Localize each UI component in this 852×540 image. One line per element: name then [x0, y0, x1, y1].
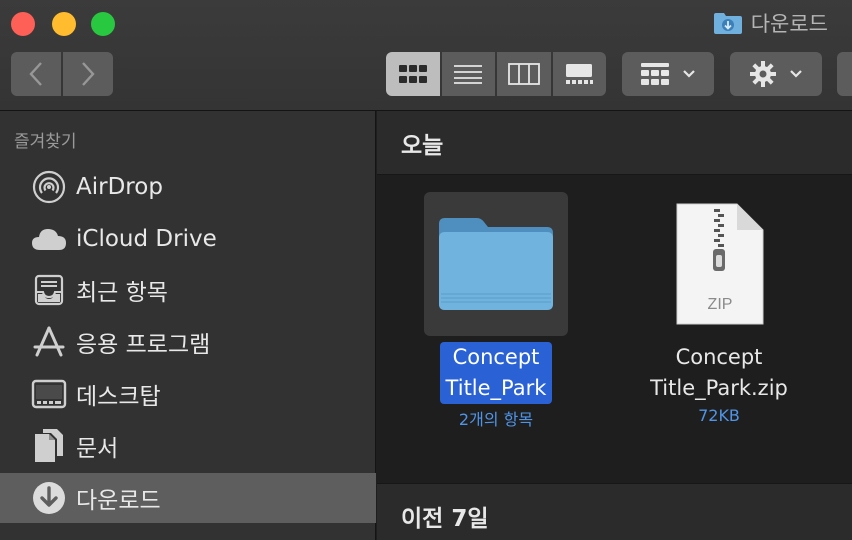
sidebar-item-downloads[interactable]: 다운로드 — [0, 473, 376, 523]
file-name-line: Title_Park — [445, 376, 547, 400]
folder-icon — [439, 218, 553, 310]
file-name-line: Concept — [675, 345, 763, 369]
file-name[interactable]: Concept Title_Park.zip — [644, 342, 794, 404]
gallery-view-button[interactable] — [552, 52, 606, 96]
action-menu-button[interactable] — [730, 52, 822, 96]
file-meta: 72KB — [698, 406, 740, 425]
desktop-icon — [30, 375, 68, 413]
chevron-right-icon — [82, 62, 95, 86]
zoom-window-button[interactable] — [91, 12, 115, 36]
recents-icon — [30, 271, 68, 309]
sidebar-item-label: 최근 항목 — [76, 280, 168, 306]
documents-icon — [30, 427, 68, 465]
list-icon — [454, 65, 483, 84]
sidebar-item-icloud-drive[interactable]: iCloud Drive — [0, 214, 376, 264]
cloud-icon — [30, 220, 68, 258]
gallery-icon — [566, 64, 594, 84]
icon-grid-icon — [398, 65, 427, 83]
section-header-previous-7-days: 이전 7일 — [377, 483, 852, 540]
sidebar: 즐겨찾기 AirDrop iCloud Drive 최근 항목 응용 프로그램 … — [0, 111, 376, 540]
sidebar-item-recents[interactable]: 최근 항목 — [0, 265, 376, 315]
forward-button[interactable] — [63, 52, 113, 96]
sidebar-item-label: 데스크탑 — [76, 384, 161, 410]
applications-icon — [30, 323, 68, 361]
sidebar-item-label: iCloud Drive — [76, 226, 217, 252]
file-thumbnail[interactable]: ZIP — [647, 192, 791, 336]
group-by-button[interactable] — [622, 52, 714, 96]
file-thumbnail[interactable] — [424, 192, 568, 336]
gear-icon — [750, 61, 776, 87]
chevron-left-icon — [29, 62, 42, 86]
zip-file-icon: ZIP — [676, 203, 764, 325]
window-title-text: 다운로드 — [750, 12, 828, 36]
minimize-window-button[interactable] — [52, 12, 76, 36]
section-header-today: 오늘 — [377, 111, 852, 175]
sidebar-item-airdrop[interactable]: AirDrop — [0, 162, 376, 212]
file-item-zip[interactable]: ZIP Concept Title_Park.zip 72KB — [629, 192, 809, 425]
file-name[interactable]: Concept Title_Park — [439, 342, 553, 404]
file-name-line: Title_Park.zip — [650, 376, 788, 400]
sidebar-item-label: AirDrop — [76, 174, 163, 200]
file-item-folder[interactable]: Concept Title_Park 2개의 항목 — [406, 192, 586, 430]
sidebar-item-label: 문서 — [76, 436, 119, 462]
favorites-header: 즐겨찾기 — [14, 132, 77, 152]
airdrop-icon — [30, 168, 68, 206]
file-meta: 2개의 항목 — [458, 410, 534, 429]
chevron-down-icon — [790, 70, 802, 78]
sidebar-item-applications[interactable]: 응용 프로그램 — [0, 317, 376, 367]
sidebar-item-desktop[interactable]: 데스크탑 — [0, 369, 376, 419]
file-browser-content: 오늘 Concept Title_Park 2개의 항목 ZIP Concept… — [377, 111, 852, 540]
icon-view-button[interactable] — [386, 52, 440, 96]
list-view-button[interactable] — [441, 52, 495, 96]
group-icon — [641, 63, 669, 85]
zip-badge-text: ZIP — [708, 296, 733, 313]
column-view-button[interactable] — [497, 52, 551, 96]
share-button[interactable] — [837, 52, 852, 96]
close-window-button[interactable] — [11, 12, 35, 36]
sidebar-item-label: 다운로드 — [76, 488, 161, 514]
window-title: 다운로드 — [713, 8, 828, 38]
view-mode-selector — [386, 52, 606, 96]
window-toolbar: 다운로드 — [0, 0, 852, 111]
sidebar-item-documents[interactable]: 문서 — [0, 421, 376, 471]
downloads-folder-icon — [713, 11, 743, 35]
columns-icon — [507, 63, 540, 85]
chevron-down-icon — [683, 70, 695, 78]
file-name-line: Concept — [452, 345, 540, 369]
sidebar-item-label: 응용 프로그램 — [76, 332, 211, 358]
downloads-icon — [30, 479, 68, 517]
back-button[interactable] — [11, 52, 61, 96]
